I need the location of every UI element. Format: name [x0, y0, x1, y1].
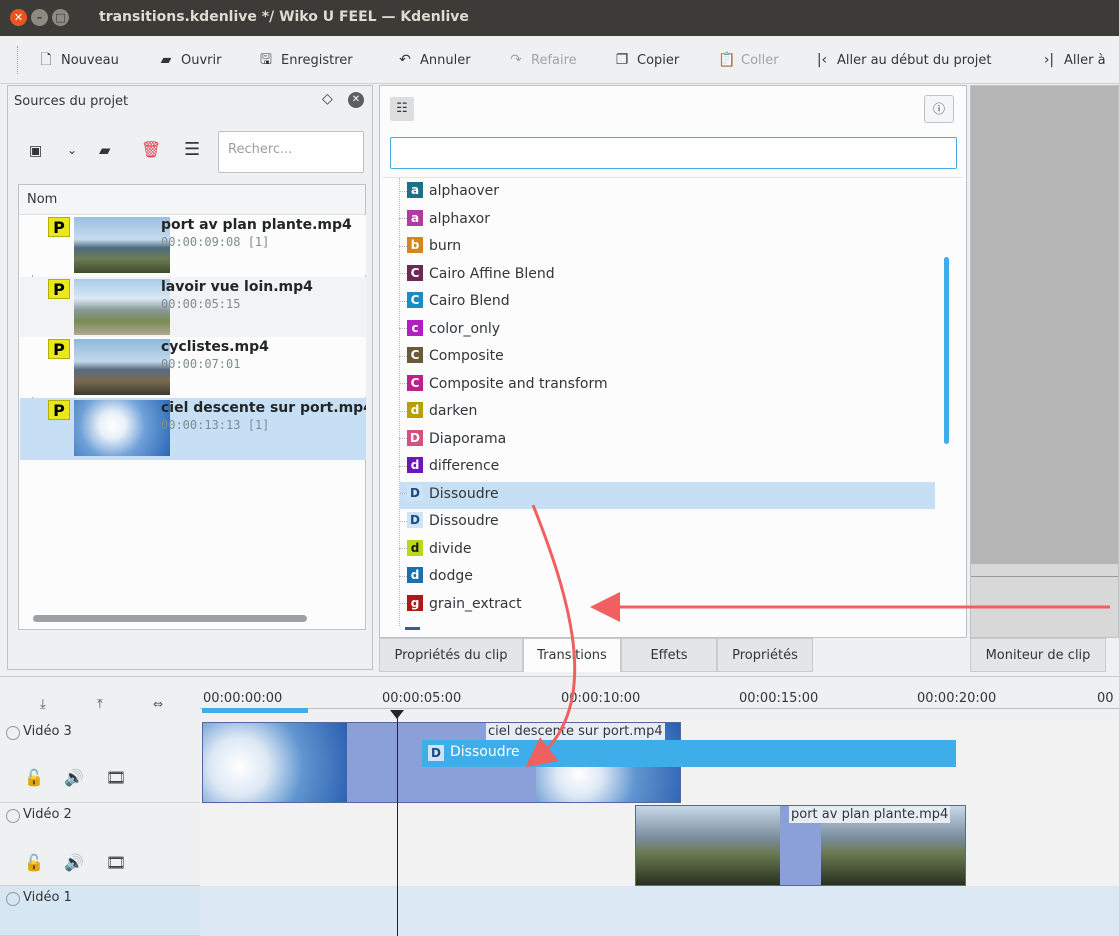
- annotation-arrows: [525, 504, 1110, 768]
- drag-arrow: [525, 504, 577, 768]
